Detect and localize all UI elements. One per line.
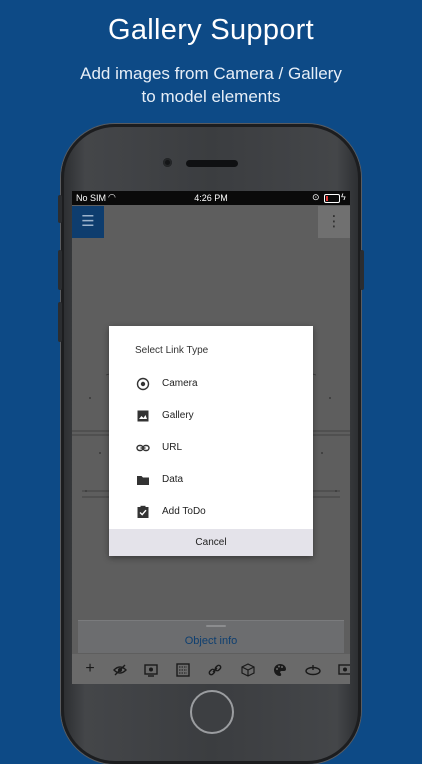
option-label: Add ToDo	[162, 506, 206, 517]
bottom-toolbar: +	[72, 654, 350, 684]
canvas-point	[329, 397, 331, 399]
todo-icon	[137, 505, 149, 518]
option-add-todo[interactable]: Add ToDo	[109, 498, 313, 526]
volume-up-button	[58, 250, 62, 290]
mute-switch	[58, 195, 62, 223]
volume-down-button	[58, 302, 62, 342]
option-url[interactable]: URL	[109, 434, 313, 462]
subtitle-line-2: to model elements	[141, 87, 281, 106]
folder-icon	[137, 476, 149, 485]
option-label: Data	[162, 474, 184, 485]
hide-icon[interactable]	[105, 654, 135, 684]
option-data[interactable]: Data	[109, 466, 313, 494]
power-button	[360, 250, 364, 290]
option-camera[interactable]: Camera	[109, 370, 313, 398]
add-icon[interactable]: +	[75, 654, 105, 684]
object-info-label: Object info	[184, 635, 238, 647]
option-label: Gallery	[162, 410, 194, 421]
display-icon[interactable]	[330, 654, 350, 684]
canvas-point	[321, 452, 323, 454]
hamburger-menu-button[interactable]: ☰	[72, 206, 104, 238]
link-icon	[136, 444, 150, 452]
camera-icon	[136, 377, 150, 391]
page-headline: Gallery Support	[108, 14, 314, 46]
palette-icon[interactable]	[265, 654, 295, 684]
canvas-point	[335, 490, 337, 492]
cube-icon[interactable]	[233, 654, 263, 684]
option-gallery[interactable]: Gallery	[109, 402, 313, 430]
link-icon[interactable]	[200, 654, 230, 684]
page-subtitle: Add images from Camera / Gallery to mode…	[0, 62, 422, 108]
more-options-button[interactable]: ⋮	[318, 206, 350, 238]
view-icon[interactable]	[136, 654, 166, 684]
earpiece-speaker	[186, 160, 238, 167]
canvas-point	[99, 452, 101, 454]
link-type-dialog: Select Link Type Camera Gallery URL Data	[109, 326, 313, 556]
front-camera	[163, 158, 172, 167]
texture-icon[interactable]	[168, 654, 198, 684]
subtitle-line-1: Add images from Camera / Gallery	[80, 64, 342, 83]
home-button[interactable]	[190, 690, 234, 734]
option-label: URL	[162, 442, 183, 453]
option-label: Camera	[162, 378, 198, 389]
canvas-point	[85, 490, 87, 492]
rotate-icon[interactable]	[298, 654, 328, 684]
gallery-icon	[137, 410, 149, 422]
cancel-button[interactable]: Cancel	[109, 529, 313, 556]
object-info-panel[interactable]: Object info	[78, 620, 344, 653]
dialog-title: Select Link Type	[135, 345, 209, 356]
canvas-point	[89, 397, 91, 399]
drag-handle[interactable]	[206, 625, 226, 627]
